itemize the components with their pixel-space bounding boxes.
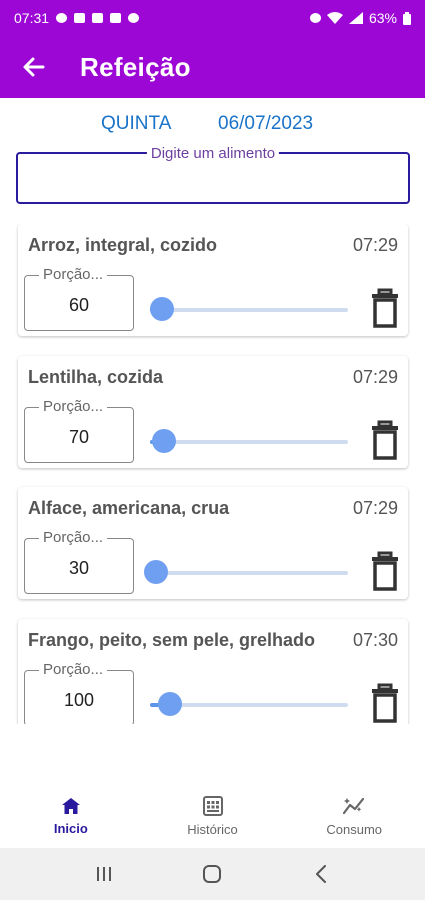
nav-label-consumo: Consumo [326, 821, 382, 837]
cloud-icon [128, 13, 140, 23]
home-button[interactable] [192, 854, 232, 894]
nav-item-consumo[interactable]: Consumo [283, 784, 425, 848]
bottom-navigation: Inicio Histórico Consumo [0, 784, 425, 848]
portion-slider[interactable] [149, 297, 348, 321]
recent-apps-button[interactable] [84, 854, 124, 894]
alarm-icon [309, 13, 321, 23]
portion-slider[interactable] [150, 429, 348, 453]
weekday-label[interactable]: QUINTA [101, 113, 171, 135]
home-icon [61, 797, 80, 814]
status-bar: 07:31 63% [0, 0, 425, 36]
food-name: Lentilha, cozida [28, 367, 164, 387]
portion-slider[interactable] [150, 692, 348, 716]
gallery-icon [110, 13, 122, 23]
mail-icon [92, 13, 104, 23]
portion-value[interactable]: 60 [25, 295, 133, 316]
chevron-left-icon [315, 865, 326, 883]
trash-icon [372, 551, 398, 591]
notification-icon [56, 13, 68, 23]
nav-item-historico[interactable]: Histórico [142, 784, 284, 848]
trash-icon [372, 288, 398, 328]
portion-label: Porção... [39, 398, 108, 415]
arrow-left-icon [23, 57, 45, 77]
delete-button[interactable] [370, 683, 400, 723]
food-card: Frango, peito, sem pele, grelhado 07:30 Po… [18, 619, 408, 724]
portion-field[interactable]: Porção... 100 [24, 661, 134, 724]
nav-label-historico: Histórico [187, 821, 238, 837]
food-card: Lentilha, cozida 07:29 Porção... 70 [18, 356, 408, 468]
portion-field[interactable]: Porção... 30 [24, 529, 134, 594]
system-navigation-bar [0, 848, 425, 900]
food-time: 07:30 [352, 630, 398, 650]
battery-icon [403, 11, 411, 25]
recent-apps-icon [97, 867, 112, 881]
food-search-label: Digite um alimento [146, 145, 280, 162]
slider-thumb[interactable] [151, 429, 176, 453]
status-time: 07:31 [14, 10, 50, 26]
youtube-icon [74, 13, 86, 23]
delete-button[interactable] [370, 420, 400, 460]
portion-slider[interactable] [143, 560, 348, 584]
trash-icon [372, 420, 398, 460]
portion-value[interactable]: 100 [25, 690, 133, 711]
food-card: Arroz, integral, cozido 07:29 Porção... 60 [18, 224, 408, 336]
food-name: Arroz, integral, cozido [28, 235, 218, 255]
portion-label: Porção... [39, 529, 108, 546]
portion-value[interactable]: 30 [25, 558, 133, 579]
delete-button[interactable] [370, 288, 400, 328]
portion-label: Porção... [39, 266, 108, 283]
food-time: 07:29 [352, 367, 398, 387]
portion-field[interactable]: Porção... 60 [24, 266, 134, 331]
app-bar: Refeição [0, 36, 425, 98]
wifi-icon [326, 12, 343, 24]
page-title: Refeição [80, 51, 191, 82]
nav-item-inicio[interactable]: Inicio [0, 784, 142, 848]
portion-field[interactable]: Porção... 70 [24, 398, 134, 463]
history-icon [202, 795, 223, 816]
portion-label: Porção... [39, 661, 108, 678]
food-search-field[interactable]: Digite um alimento [16, 145, 410, 204]
system-back-button[interactable] [301, 854, 341, 894]
food-time: 07:29 [352, 235, 398, 255]
food-name: Frango, peito, sem pele, grelhado [28, 630, 316, 650]
home-circle-icon [203, 865, 222, 883]
back-button[interactable] [14, 47, 54, 87]
trash-icon [372, 683, 398, 723]
slider-thumb[interactable] [149, 297, 174, 321]
food-card: Alface, americana, crua 07:29 Porção... 30 [18, 487, 408, 599]
signal-icon [348, 12, 363, 24]
portion-value[interactable]: 70 [25, 427, 133, 448]
slider-thumb[interactable] [143, 560, 168, 584]
date-header: QUINTA 06/07/2023 [0, 108, 425, 140]
delete-button[interactable] [370, 551, 400, 591]
nav-label-inicio: Inicio [53, 820, 88, 836]
food-list[interactable]: Arroz, integral, cozido 07:29 Porção... 60 L… [0, 224, 425, 724]
food-name: Alface, americana, crua [28, 498, 230, 518]
date-label[interactable]: 06/07/2023 [218, 113, 313, 135]
consumption-icon [343, 797, 365, 814]
slider-thumb[interactable] [157, 692, 182, 716]
battery-percent: 63% [368, 10, 397, 26]
food-time: 07:29 [352, 498, 398, 518]
